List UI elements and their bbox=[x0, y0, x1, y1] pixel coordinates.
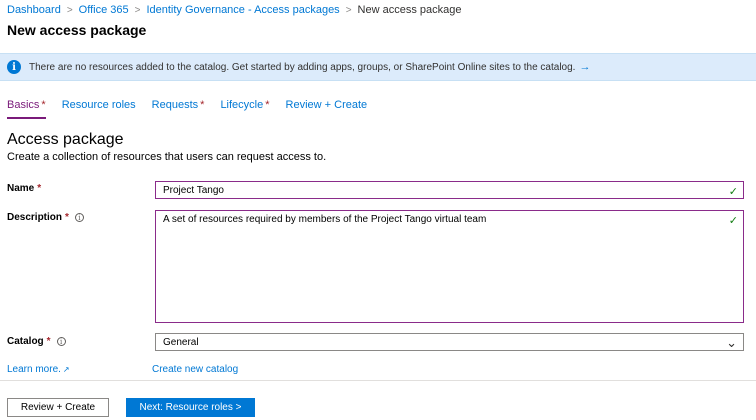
learn-more-text: Learn more. bbox=[7, 364, 61, 375]
info-circle-icon[interactable]: i bbox=[74, 213, 84, 222]
tab-review-create[interactable]: Review + Create bbox=[286, 99, 368, 119]
check-icon: ✓ bbox=[728, 186, 738, 198]
required-marker: * bbox=[65, 212, 69, 223]
review-create-button[interactable]: Review + Create bbox=[7, 398, 109, 417]
tab-label: Basics bbox=[7, 99, 40, 111]
breadcrumb-separator: > bbox=[345, 4, 352, 16]
tab-strip: Basics * Resource roles Requests * Lifecyc… bbox=[7, 99, 383, 119]
name-field-value: Project Tango bbox=[163, 185, 224, 196]
info-bar-message: There are no resources added to the cata… bbox=[29, 61, 576, 73]
required-marker: * bbox=[46, 336, 51, 347]
tab-lifecycle[interactable]: Lifecycle * bbox=[220, 99, 269, 119]
breadcrumb-separator: > bbox=[134, 4, 141, 16]
breadcrumb-separator: > bbox=[66, 4, 73, 16]
required-marker: * bbox=[265, 99, 270, 111]
create-catalog-link[interactable]: Create new catalog bbox=[152, 364, 238, 375]
tab-label: Resource roles bbox=[61, 99, 136, 111]
learn-more-link[interactable]: Learn more. ↗ bbox=[7, 364, 70, 375]
info-circle-icon[interactable]: i bbox=[56, 337, 66, 346]
section-title: Access package bbox=[7, 131, 124, 148]
tab-resource-roles[interactable]: Resource roles bbox=[62, 99, 136, 119]
tab-requests[interactable]: Requests * bbox=[152, 99, 205, 119]
tab-label: Review + Create bbox=[285, 99, 368, 111]
external-link-icon: ↗ bbox=[62, 365, 70, 374]
tab-basics[interactable]: Basics * bbox=[7, 99, 46, 119]
breadcrumb-current: New access package bbox=[357, 4, 462, 16]
description-field[interactable]: A set of resources required by members o… bbox=[155, 210, 744, 323]
breadcrumb-dashboard[interactable]: Dashboard bbox=[7, 4, 61, 16]
footer-divider bbox=[0, 380, 756, 381]
catalog-label: Catalog * i bbox=[7, 336, 66, 347]
chevron-down-icon: ⌄ bbox=[726, 335, 737, 350]
required-marker: * bbox=[41, 99, 46, 111]
catalog-select[interactable]: General ⌄ bbox=[155, 333, 744, 351]
breadcrumb-identity-governance[interactable]: Identity Governance - Access packages bbox=[146, 4, 339, 16]
name-label: Name * bbox=[7, 183, 41, 194]
breadcrumb-office-365[interactable]: Office 365 bbox=[79, 4, 129, 16]
tab-label: Lifecycle bbox=[220, 99, 264, 111]
check-icon: ✓ bbox=[728, 215, 738, 227]
breadcrumb: Dashboard > Office 365 > Identity Govern… bbox=[7, 3, 461, 17]
tab-label: Requests bbox=[151, 99, 199, 111]
info-icon: i bbox=[7, 60, 21, 74]
description-label: Description * i bbox=[7, 212, 84, 223]
arrow-right-icon[interactable]: → bbox=[579, 61, 590, 73]
catalog-label-text: Catalog bbox=[7, 336, 44, 347]
description-field-value: A set of resources required by members o… bbox=[163, 214, 487, 225]
section-subtitle: Create a collection of resources that us… bbox=[7, 151, 327, 163]
description-label-text: Description bbox=[7, 212, 63, 223]
name-field[interactable]: Project Tango ✓ bbox=[155, 181, 744, 199]
required-marker: * bbox=[200, 99, 205, 111]
required-marker: * bbox=[37, 183, 42, 194]
catalog-select-value: General bbox=[163, 337, 199, 348]
name-label-text: Name bbox=[7, 183, 35, 194]
info-bar: i There are no resources added to the ca… bbox=[0, 53, 756, 81]
page-title: New access package bbox=[7, 22, 147, 38]
next-resource-roles-button[interactable]: Next: Resource roles > bbox=[126, 398, 255, 417]
